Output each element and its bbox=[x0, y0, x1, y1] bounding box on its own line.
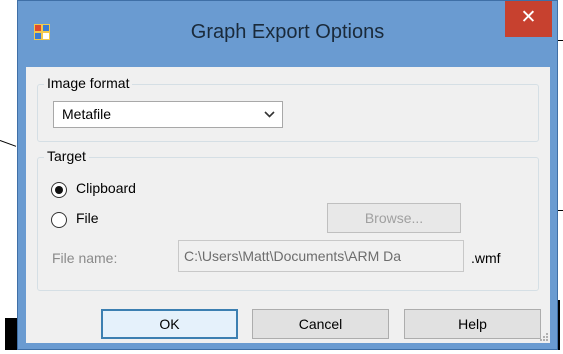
help-button[interactable]: Help bbox=[404, 309, 541, 339]
title-bar[interactable]: Graph Export Options ✕ bbox=[18, 1, 557, 67]
file-label[interactable]: File bbox=[76, 210, 99, 226]
clipboard-label[interactable]: Clipboard bbox=[76, 180, 136, 196]
resize-grip-icon[interactable] bbox=[538, 331, 548, 341]
file-radio[interactable] bbox=[51, 212, 67, 228]
background-line bbox=[0, 140, 17, 147]
ok-button[interactable]: OK bbox=[101, 309, 238, 339]
file-name-input[interactable]: C:\Users\Matt\Documents\ARM Da bbox=[178, 240, 464, 272]
background-rule bbox=[558, 40, 563, 41]
close-button[interactable]: ✕ bbox=[505, 1, 552, 37]
image-format-value: Metafile bbox=[62, 106, 112, 122]
browse-button[interactable]: Browse... bbox=[327, 203, 461, 233]
background-bar bbox=[5, 318, 17, 350]
dialog-client: Image format Metafile Target Clipboard F… bbox=[26, 67, 550, 343]
dialog-window: Graph Export Options ✕ Image format Meta… bbox=[17, 0, 558, 350]
window-title: Graph Export Options bbox=[190, 21, 385, 43]
target-group: Target Clipboard File Browse... File nam… bbox=[37, 148, 539, 291]
file-name-label: File name: bbox=[52, 250, 118, 266]
file-extension-label: .wmf bbox=[471, 250, 501, 266]
target-label: Target bbox=[44, 148, 89, 164]
image-format-label: Image format bbox=[44, 75, 133, 91]
background-rule bbox=[558, 210, 563, 211]
clipboard-radio[interactable] bbox=[51, 182, 67, 198]
image-format-select[interactable]: Metafile bbox=[53, 101, 283, 128]
close-icon: ✕ bbox=[520, 7, 537, 28]
chevron-down-icon bbox=[264, 111, 275, 118]
cancel-button[interactable]: Cancel bbox=[252, 309, 389, 339]
image-format-group: Image format Metafile bbox=[37, 75, 539, 142]
